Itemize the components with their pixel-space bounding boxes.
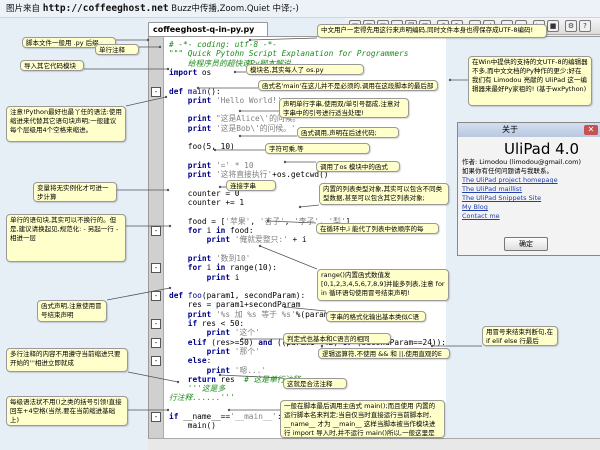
callout-pointer-tip <box>238 109 242 113</box>
callout-pointer <box>259 245 318 270</box>
callout-pointer-tip <box>166 67 170 71</box>
annotation-callout: 函式声明,注意使用冒号结束声明 <box>37 300 107 322</box>
annotation-callout: 字符可乘,等于'==========' <box>265 143 370 154</box>
callout-pointer-tip <box>283 160 287 164</box>
callout-pointer-tip <box>168 286 172 290</box>
annotation-callout: 单行的语句块,其实可以不换行的。但是,建议请换起见,规范化: - 另起一行 - … <box>6 214 126 262</box>
annotation-callout: 导入其它代码模块 <box>20 60 84 71</box>
link-contact-me[interactable]: Contact me <box>458 212 600 221</box>
annotation-callout: 调用了os 模块中的函式 <box>316 161 400 172</box>
annotation-callout: 这就是合法注释 <box>283 378 347 389</box>
callout-pointer-tip <box>238 134 242 138</box>
about-title-bar: 关于 <box>458 123 600 137</box>
callout-pointer-tip <box>233 70 237 74</box>
callout-pointer-tip <box>196 86 200 90</box>
about-author: 作者: Limodou (limodou@gmail.com) <box>462 158 581 166</box>
annotation-callout: 逻辑运算符,不使用 && 和 ||,使用直观的E文单词 <box>318 348 450 359</box>
callout-pointer <box>106 287 171 301</box>
callout-pointer-tip <box>266 219 270 223</box>
annotation-callout: 模块名,其实每人了 os.py <box>246 64 364 75</box>
callout-pointer-tip <box>258 244 262 248</box>
annotation-callout: 中文用户一定得先用这行来声明编码,同时文件本身也得保存成UTF-8编码! <box>317 24 547 38</box>
callout-pointer-tip <box>248 38 252 42</box>
annotation-callout: 单行注释 <box>95 44 139 55</box>
callout-pointer-tip <box>213 148 217 152</box>
annotation-callout: 函式名'main'在这儿并不是必须的,调用在这段脚本的最后部分; <box>258 80 438 91</box>
callout-pointer-tip <box>218 185 222 189</box>
callout-pointer-tip <box>168 224 172 228</box>
callout-pointer-tip <box>166 408 170 412</box>
callout-pointer-tip <box>158 45 162 49</box>
callout-pointer <box>125 96 167 107</box>
annotation-callout: 用冒号来结束判断句,在 if elif else 行最后 <box>482 326 558 346</box>
about-title: 关于 <box>502 125 518 134</box>
link-maillist[interactable]: The UliPad maillist <box>458 185 600 194</box>
link-my-blog[interactable]: My Blog <box>458 203 600 212</box>
callout-pointer <box>127 371 179 383</box>
callout-pointer <box>284 306 327 312</box>
annotation-callout: 连接字串 <box>226 180 276 191</box>
callout-pointer-tip <box>146 38 150 42</box>
callout-pointer <box>249 37 318 41</box>
callout-pointer-tip <box>166 188 170 192</box>
annotation-callout: 一般在脚本最后调用主函式 main();而且使用 内置的运行脚本名来判定;当自仅… <box>280 400 445 438</box>
callout-pointer <box>267 220 317 224</box>
annotation-callout: 内置的列表类型对象,其实可以包含不同类型数据,甚至可以包含其它列表对象; <box>319 183 449 205</box>
callout-pointer-tip <box>448 78 452 82</box>
callout-pointer-tip <box>298 205 302 209</box>
about-dialog: 关于 ✕ UliPad 4.0 作者: Limodou (limodou@gma… <box>457 122 600 256</box>
annotation-callout: 判定式也基本和C语言的相同 <box>283 333 391 344</box>
callout-pointer <box>299 204 320 208</box>
callout-pointer-tip <box>283 305 287 309</box>
link-snippets-site[interactable]: The UliPad Snippets Site <box>458 194 600 203</box>
ok-button[interactable]: 确定 <box>504 237 548 251</box>
annotation-callout: 在循环中,i 能代了列表中依顺序的每个"food" <box>316 223 439 234</box>
callout-pointer-tip <box>320 344 324 348</box>
annotation-callout: 在Win中提供的支持的文UTF-8的编辑器不多,而中文文档的Py种作的更少;好在… <box>468 56 592 106</box>
callout-pointer-tip <box>218 373 222 377</box>
annotation-callout: 注意!Python最好也最丫任的语法:使用缩进来代替其它语句块声明;一般建议每个… <box>6 106 126 142</box>
annotation-callout: 每级语法状不用()之类的括号引领!直接回车+4空格(当然,要在当前缩进基础上) <box>6 396 128 426</box>
callout-pointer <box>219 374 284 379</box>
callout-pointer-tip <box>227 408 231 412</box>
annotation-callout: 多行注释的内容不用遵守当前缩进只要开始的'''相进立即就成 <box>6 348 128 372</box>
callout-pointer-tip <box>176 380 180 384</box>
annotation-callout: 函式调用,声明在后述代码; <box>297 127 399 138</box>
callout-pointer-tip <box>240 337 244 341</box>
about-note: 如果你有任何问题请与我联系。 <box>462 167 553 175</box>
close-icon[interactable]: ✕ <box>584 125 598 135</box>
callout-pointer-tip <box>164 95 168 99</box>
callout-pointer-tip <box>430 344 434 348</box>
annotation-callout: 变量将无实例化才可进一步计算 <box>33 182 117 202</box>
link-project-homepage[interactable]: The UliPad project homepage <box>458 176 600 185</box>
about-app-name: UliPad 4.0 <box>504 140 580 158</box>
annotation-callout: 声明单行字串,使用双/单引号都成,注意对字串中的引号进行适当处理! <box>279 98 409 118</box>
annotation-callout: range()内置函式数值发[0,1,2,3,4,5,6,7,8,9]并能多列表… <box>317 269 449 301</box>
annotation-callout: 字串的格式化输出基本类似C语言的 <box>326 311 426 322</box>
